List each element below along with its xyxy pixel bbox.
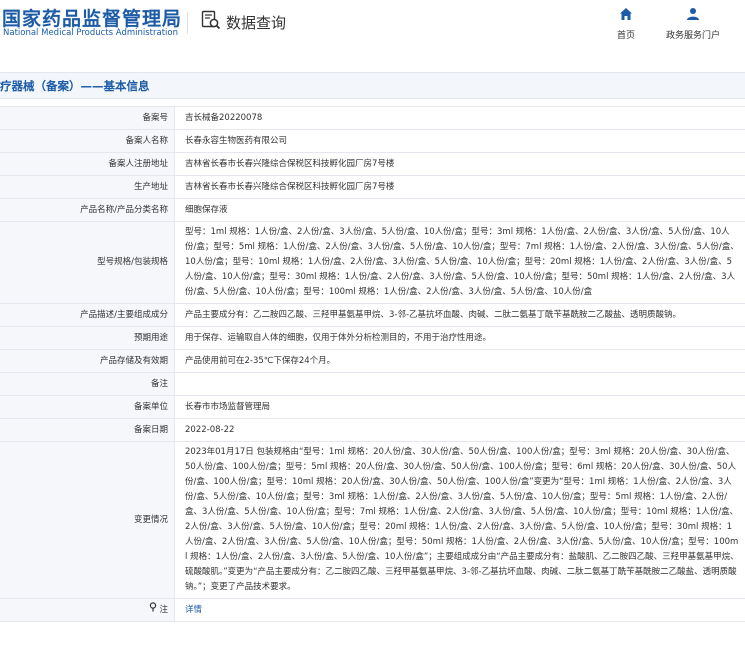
row-value: 产品主要成分有：乙二胺四乙酸、三羟甲基氨基甲烷、3-邻-乙基抗坏血酸、肉碱、二肽… <box>174 303 745 327</box>
row-key: 备案人注册地址 <box>0 152 175 176</box>
row-value <box>174 372 745 396</box>
row-key: 备案人名称 <box>0 129 175 153</box>
row-key: 产品描述/主要组成成分 <box>0 303 175 327</box>
table-row: 备案人注册地址 吉林省长春市长春兴隆综合保税区科技孵化园厂房7号楼 <box>0 152 745 176</box>
row-value: 吉长械备20220078 <box>174 106 745 130</box>
row-key: 生产地址 <box>0 175 175 199</box>
home-icon <box>619 6 633 25</box>
row-value: 用于保存、运输取自人体的细胞，仅用于体外分析检测目的，不用于治疗性用途。 <box>174 326 745 350</box>
data-query-icon <box>201 10 221 34</box>
site-logo-subtitle: National Medical Products Administration <box>3 28 178 38</box>
table-row: 备案人名称 长春永容生物医药有限公司 <box>0 129 745 153</box>
note-row-value: 详情 <box>174 598 745 622</box>
row-key: 备案单位 <box>0 395 175 419</box>
table-row: 备案号 吉长械备20220078 <box>0 106 745 130</box>
row-value: 吉林省长春市长春兴隆综合保税区科技孵化园厂房7号楼 <box>174 175 745 199</box>
nav-home[interactable]: 首页 <box>610 6 642 41</box>
nav-home-label: 首页 <box>616 31 635 41</box>
table-row: 注 详情 <box>0 598 745 622</box>
row-key: 备案号 <box>0 106 175 130</box>
nav-gov-service-label: 政务服务门户 <box>665 31 720 41</box>
row-key: 产品名称/产品分类名称 <box>0 198 175 222</box>
site-header: 国家药品监督管理局 National Medical Products Admi… <box>0 0 745 52</box>
row-key: 产品存储及有效期 <box>0 349 175 373</box>
row-value: 长春永容生物医药有限公司 <box>174 129 745 153</box>
table-row: 备案单位 长春市市场监督管理局 <box>0 395 745 419</box>
table-row: 产品存储及有效期 产品使用前可在2-35℃下保存24个月。 <box>0 349 745 373</box>
row-key: 变更情况 <box>0 441 175 599</box>
table-row: 备案日期 2022-08-22 <box>0 418 745 442</box>
note-key-label: 注 <box>159 604 168 615</box>
row-key: 预期用途 <box>0 326 175 350</box>
row-value: 细胞保存液 <box>174 198 745 222</box>
nav-gov-service[interactable]: 政务服务门户 <box>658 6 728 41</box>
data-query-label: 数据查询 <box>226 13 287 32</box>
row-value: 型号：1ml 规格：1人份/盒、2人份/盒、3人份/盒、5人份/盒、10人份/盒… <box>174 221 745 304</box>
info-table: 备案号 吉长械备20220078 备案人名称 长春永容生物医药有限公司 备案人注… <box>0 106 745 622</box>
row-value: 2022-08-22 <box>174 418 745 442</box>
header-divider <box>187 12 188 34</box>
table-row: 型号规格/包装规格 型号：1ml 规格：1人份/盒、2人份/盒、3人份/盒、5人… <box>0 221 745 304</box>
table-row: 变更情况 2023年01月17日 包装规格由“型号：1ml 规格：20人份/盒、… <box>0 441 745 599</box>
row-key: 备注 <box>0 372 175 396</box>
section-title: 疗器械（备案）——基本信息 <box>0 79 150 93</box>
row-value: 产品使用前可在2-35℃下保存24个月。 <box>174 349 745 373</box>
table-row: 预期用途 用于保存、运输取自人体的细胞，仅用于体外分析检测目的，不用于治疗性用途… <box>0 326 745 350</box>
table-row: 备注 <box>0 372 745 396</box>
row-key: 备案日期 <box>0 418 175 442</box>
table-row: 产品描述/主要组成成分 产品主要成分有：乙二胺四乙酸、三羟甲基氨基甲烷、3-邻-… <box>0 303 745 327</box>
row-key: 型号规格/包装规格 <box>0 221 175 304</box>
details-link[interactable]: 详情 <box>185 605 202 615</box>
pin-icon <box>149 602 157 618</box>
users-icon <box>685 6 701 25</box>
table-row: 生产地址 吉林省长春市长春兴隆综合保税区科技孵化园厂房7号楼 <box>0 175 745 199</box>
section-header: 疗器械（备案）——基本信息 <box>0 72 745 99</box>
table-row: 产品名称/产品分类名称 细胞保存液 <box>0 198 745 222</box>
site-logo-title[interactable]: 国家药品监督管理局 <box>2 4 182 31</box>
row-value: 吉林省长春市长春兴隆综合保税区科技孵化园厂房7号楼 <box>174 152 745 176</box>
row-value: 2023年01月17日 包装规格由“型号：1ml 规格：20人份/盒、30人份/… <box>174 441 745 599</box>
row-value: 长春市市场监督管理局 <box>174 395 745 419</box>
note-row-key: 注 <box>0 598 175 622</box>
data-query-link[interactable]: 数据查询 <box>201 10 286 34</box>
